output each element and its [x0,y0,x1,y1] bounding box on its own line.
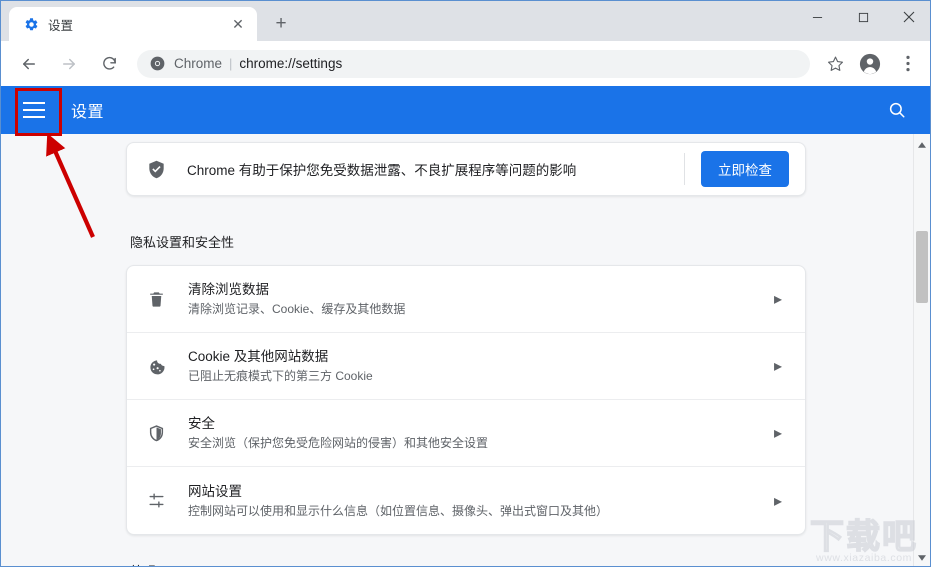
chevron-right-icon: ▸ [773,425,783,442]
browser-menu-icon[interactable] [894,49,922,79]
check-now-button[interactable]: 立即检查 [701,151,789,187]
settings-header: 设置 [1,86,930,134]
list-item-title: 网站设置 [188,483,242,499]
profile-avatar-icon[interactable] [855,49,885,79]
list-item-text: Cookie 及其他网站数据 已阻止无痕模式下的第三方 Cookie [188,347,769,385]
minimize-icon[interactable] [794,1,840,33]
close-window-icon[interactable] [886,1,930,33]
list-item-title: 安全 [188,416,215,431]
divider [684,153,685,185]
shield-icon [145,422,167,444]
close-icon[interactable]: ✕ [229,15,247,33]
list-item-subtitle: 已阻止无痕模式下的第三方 Cookie [188,369,373,383]
vertical-scrollbar[interactable] [913,134,930,566]
list-item-subtitle: 清除浏览记录、Cookie、缓存及其他数据 [188,302,406,316]
chevron-right-icon: ▸ [773,358,783,375]
trash-icon [145,288,167,310]
safety-check-card: Chrome 有助于保护您免受数据泄露、不良扩展程序等问题的影响 立即检查 [126,142,806,196]
forward-icon[interactable] [54,49,84,79]
tab-settings[interactable]: 设置 ✕ [9,7,257,41]
page-title: 设置 [71,104,105,121]
browser-toolbar: Chrome | chrome://settings [1,41,930,86]
list-item-text: 清除浏览数据 清除浏览记录、Cookie、缓存及其他数据 [188,280,769,318]
bookmark-star-icon[interactable] [821,50,849,78]
list-item-subtitle: 安全浏览（保护您免受危险网站的侵害）和其他安全设置 [188,436,489,450]
search-icon[interactable] [884,97,910,123]
list-item-text: 安全 安全浏览（保护您免受危险网站的侵害）和其他安全设置 [188,414,769,452]
sliders-icon [145,490,167,512]
settings-column: Chrome 有助于保护您免受数据泄露、不良扩展程序等问题的影响 立即检查 隐私… [126,134,806,566]
window-controls [794,1,930,33]
tab-strip: 设置 ✕ + [1,1,930,41]
omnibox-url: chrome://settings [239,56,343,71]
list-item-text: 网站设置 控制网站可以使用和显示什么信息（如位置信息、摄像头、弹出式窗口及其他） [188,482,769,520]
back-icon[interactable] [14,49,44,79]
list-item-site-settings[interactable]: 网站设置 控制网站可以使用和显示什么信息（如位置信息、摄像头、弹出式窗口及其他）… [127,467,805,534]
shield-check-icon [145,158,167,180]
omnibox-scheme: Chrome [174,56,223,71]
list-item-clear-browsing-data[interactable]: 清除浏览数据 清除浏览记录、Cookie、缓存及其他数据 ▸ [127,266,805,333]
safety-check-message: Chrome 有助于保护您免受数据泄露、不良扩展程序等问题的影响 [187,163,577,178]
scroll-up-arrow-icon[interactable] [914,136,930,153]
privacy-section-title: 隐私设置和安全性 [130,235,235,250]
appearance-section-title: 外观 [130,561,806,566]
settings-content-area: Chrome 有助于保护您免受数据泄露、不良扩展程序等问题的影响 立即检查 隐私… [1,134,930,566]
new-tab-button[interactable]: + [267,10,295,38]
chrome-icon [149,56,165,72]
omnibox-separator: | [229,56,233,71]
hamburger-menu-icon[interactable] [23,96,51,124]
list-item-security[interactable]: 安全 安全浏览（保护您免受危险网站的侵害）和其他安全设置 ▸ [127,400,805,467]
list-item-title: 清除浏览数据 [188,282,269,297]
gear-icon [23,16,39,32]
browser-window: 设置 ✕ + Chrome | chrome://settings 设置 Chr… [0,0,931,567]
list-item-subtitle: 控制网站可以使用和显示什么信息（如位置信息、摄像头、弹出式窗口及其他） [188,503,609,518]
chevron-right-icon: ▸ [773,492,783,510]
address-bar[interactable]: Chrome | chrome://settings [137,49,810,78]
scrollbar-thumb[interactable] [916,231,928,303]
scroll-down-arrow-icon[interactable] [914,549,930,566]
maximize-icon[interactable] [840,1,886,33]
list-item-title: Cookie 及其他网站数据 [188,349,329,364]
cookie-icon [145,355,167,377]
chevron-right-icon: ▸ [773,291,783,308]
reload-icon[interactable] [94,49,124,79]
privacy-settings-list: 清除浏览数据 清除浏览记录、Cookie、缓存及其他数据 ▸ Cookie 及其… [126,265,806,535]
tab-title: 设置 [48,18,74,33]
list-item-cookies[interactable]: Cookie 及其他网站数据 已阻止无痕模式下的第三方 Cookie ▸ [127,333,805,400]
